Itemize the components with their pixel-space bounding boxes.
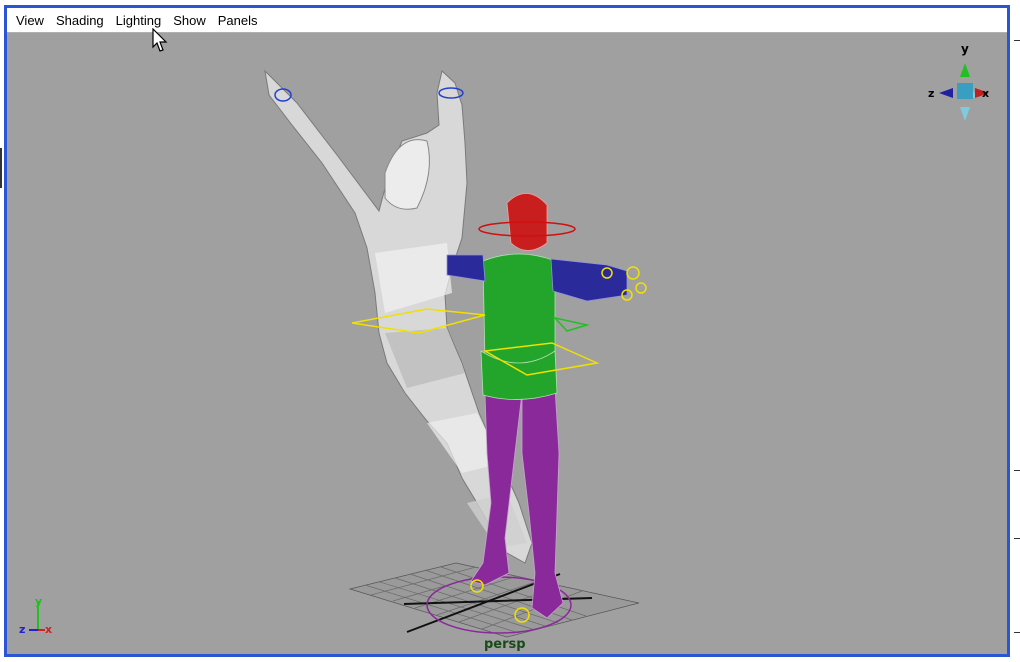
rig-character-torso[interactable] xyxy=(482,253,556,369)
origin-axis-x-label: x xyxy=(45,623,52,636)
view-axis-z-label: z xyxy=(928,87,934,100)
origin-axis-y-label: y xyxy=(35,595,42,608)
ik-handles[interactable] xyxy=(552,316,590,332)
rig-character-left-arm[interactable] xyxy=(446,254,486,282)
menu-shading[interactable]: Shading xyxy=(50,11,110,30)
menu-panels[interactable]: Panels xyxy=(212,11,264,30)
scene-canvas[interactable]: y z x y z x xyxy=(7,33,1007,654)
menu-lighting[interactable]: Lighting xyxy=(110,11,168,30)
right-edge-marker xyxy=(1014,632,1020,633)
camera-name-label: persp xyxy=(484,637,526,652)
maya-viewport-window: View Shading Lighting Show Panels y z x … xyxy=(0,0,1020,662)
origin-axis-z-label: z xyxy=(19,623,25,636)
right-edge-marker xyxy=(1014,470,1020,471)
view-axis-x-label: x xyxy=(982,87,989,100)
mouse-cursor-icon xyxy=(152,28,168,52)
perspective-viewport[interactable]: y z x y z x persp xyxy=(7,33,1007,654)
right-window-edge xyxy=(1010,0,1020,662)
view-axis-y-label: y xyxy=(961,42,969,56)
active-panel-frame[interactable]: View Shading Lighting Show Panels y z x … xyxy=(4,5,1010,657)
right-edge-marker xyxy=(1014,40,1020,41)
menu-view[interactable]: View xyxy=(10,11,50,30)
right-edge-marker xyxy=(1014,538,1020,539)
menu-show[interactable]: Show xyxy=(167,11,212,30)
rig-character-right-arm[interactable] xyxy=(550,258,628,302)
left-edge-marker xyxy=(0,148,2,188)
